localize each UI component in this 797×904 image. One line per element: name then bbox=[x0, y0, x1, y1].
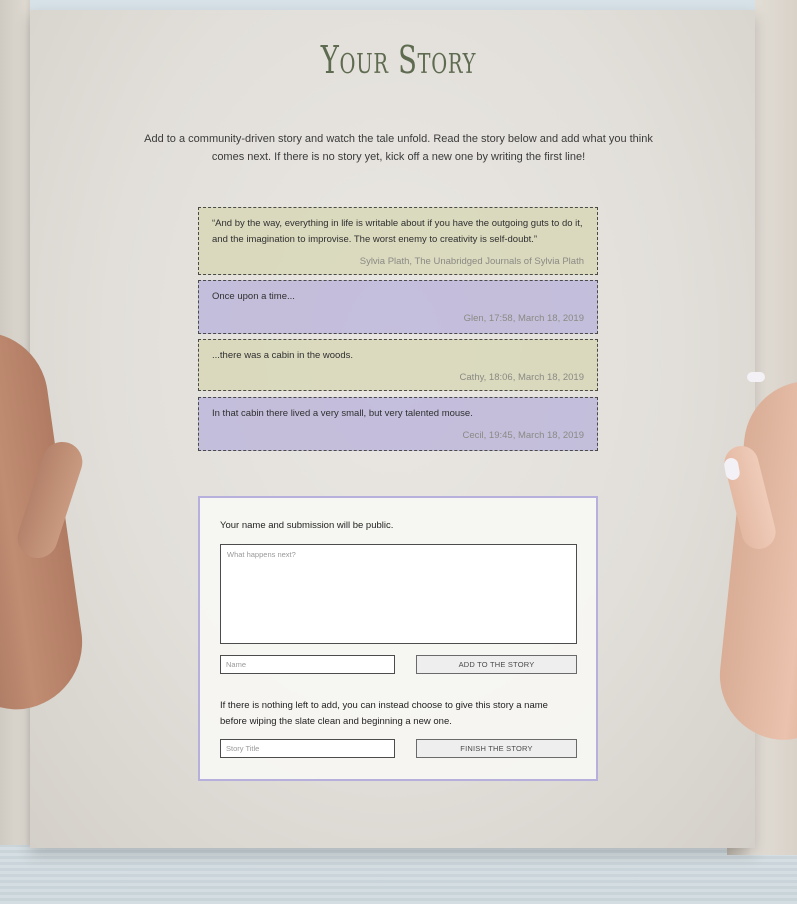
story-entry-meta: Sylvia Plath, The Unabridged Journals of… bbox=[359, 256, 584, 267]
story-title-input[interactable] bbox=[220, 739, 395, 758]
submission-form: Your name and submission will be public.… bbox=[198, 496, 598, 781]
story-entry-text: ...there was a cabin in the woods. bbox=[212, 350, 353, 361]
story-entry: “And by the way, everything in life is w… bbox=[198, 207, 598, 275]
story-entry-text: In that cabin there lived a very small, … bbox=[212, 408, 473, 419]
story-entry-meta: Glen, 17:58, March 18, 2019 bbox=[463, 313, 584, 324]
story-entry-meta: Cathy, 18:06, March 18, 2019 bbox=[459, 372, 584, 383]
public-notice: Your name and submission will be public. bbox=[220, 520, 394, 531]
story-entry-text: Once upon a time... bbox=[212, 291, 295, 302]
finish-story-button[interactable]: FINISH THE STORY bbox=[416, 739, 577, 758]
next-line-input[interactable] bbox=[220, 544, 577, 644]
story-entry-meta: Cecil, 19:45, March 18, 2019 bbox=[462, 430, 584, 441]
story-entry-text: “And by the way, everything in life is w… bbox=[212, 218, 583, 245]
name-input[interactable] bbox=[220, 655, 395, 674]
page-title: Your Story bbox=[320, 38, 477, 82]
story-entry: ...there was a cabin in the woods. Cathy… bbox=[198, 339, 598, 391]
intro-text: Add to a community-driven story and watc… bbox=[144, 133, 653, 163]
fingernail bbox=[747, 372, 765, 382]
story-entry: Once upon a time... Glen, 17:58, March 1… bbox=[198, 280, 598, 334]
add-to-story-button[interactable]: ADD TO THE STORY bbox=[416, 655, 577, 674]
story-entry: In that cabin there lived a very small, … bbox=[198, 397, 598, 451]
finish-notice: If there is nothing left to add, you can… bbox=[220, 700, 548, 727]
